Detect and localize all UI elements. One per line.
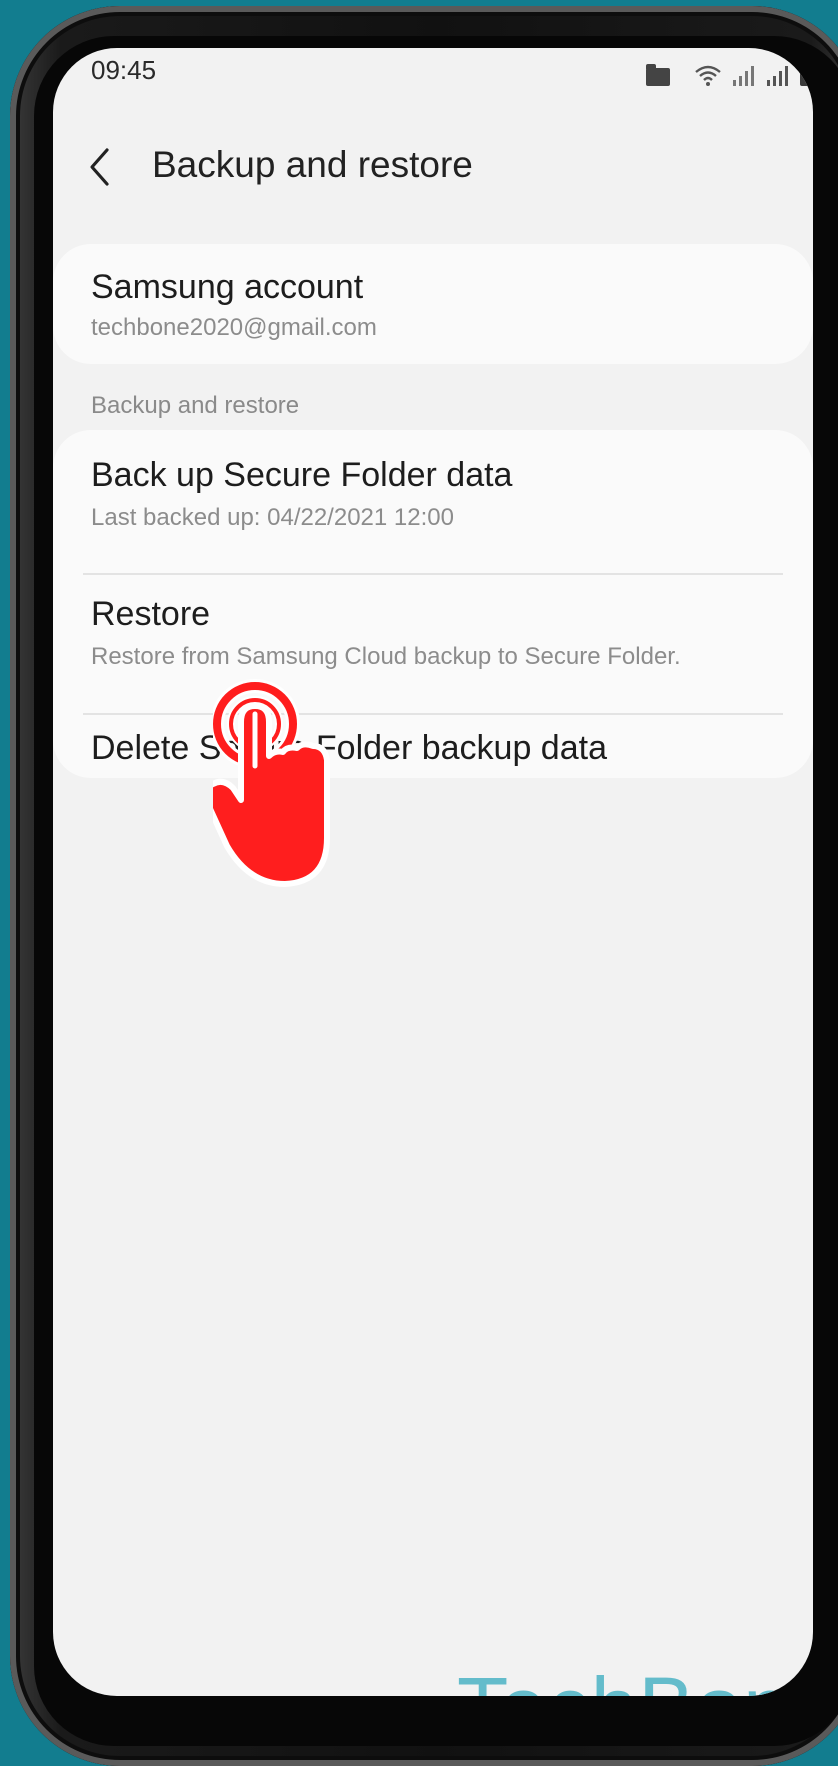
app-bar: Backup and restore: [53, 128, 813, 208]
status-bar: 09:45: [53, 48, 813, 104]
list-item-subtitle: Restore from Samsung Cloud backup to Sec…: [91, 643, 681, 670]
samsung-account-email: techbone2020@gmail.com: [91, 314, 377, 341]
status-icons: [646, 58, 813, 86]
section-header: Backup and restore: [91, 392, 300, 419]
techbone-watermark: TechBone: [457, 1659, 813, 1696]
list-item-subtitle: Last backed up: 04/22/2021 12:00: [91, 504, 454, 531]
signal-icon: [766, 64, 790, 86]
signal-icon: [732, 64, 756, 86]
samsung-account-card[interactable]: Samsung account techbone2020@gmail.com: [53, 244, 813, 364]
folder-icon: [646, 64, 670, 86]
hand-tap-icon: [213, 679, 330, 887]
wifi-icon: [694, 64, 722, 86]
phone-screen: 09:45 Backup and restore Samsung account…: [53, 48, 813, 1696]
list-item-title: Restore: [91, 595, 211, 633]
back-button[interactable]: [79, 136, 123, 196]
back-up-secure-folder-item[interactable]: Back up Secure Folder data Last backed u…: [53, 430, 813, 570]
status-time: 09:45: [91, 55, 157, 85]
battery-icon: [800, 59, 813, 86]
restore-item[interactable]: Restore Restore from Samsung Cloud backu…: [53, 575, 813, 713]
backup-restore-card: Back up Secure Folder data Last backed u…: [53, 430, 813, 778]
samsung-account-title: Samsung account: [91, 268, 364, 306]
page-title: Backup and restore: [152, 144, 473, 185]
list-item-title: Back up Secure Folder data: [91, 456, 513, 494]
chevron-left-icon: [90, 148, 109, 186]
delete-backup-item[interactable]: Delete Secure Folder backup data: [53, 715, 813, 778]
